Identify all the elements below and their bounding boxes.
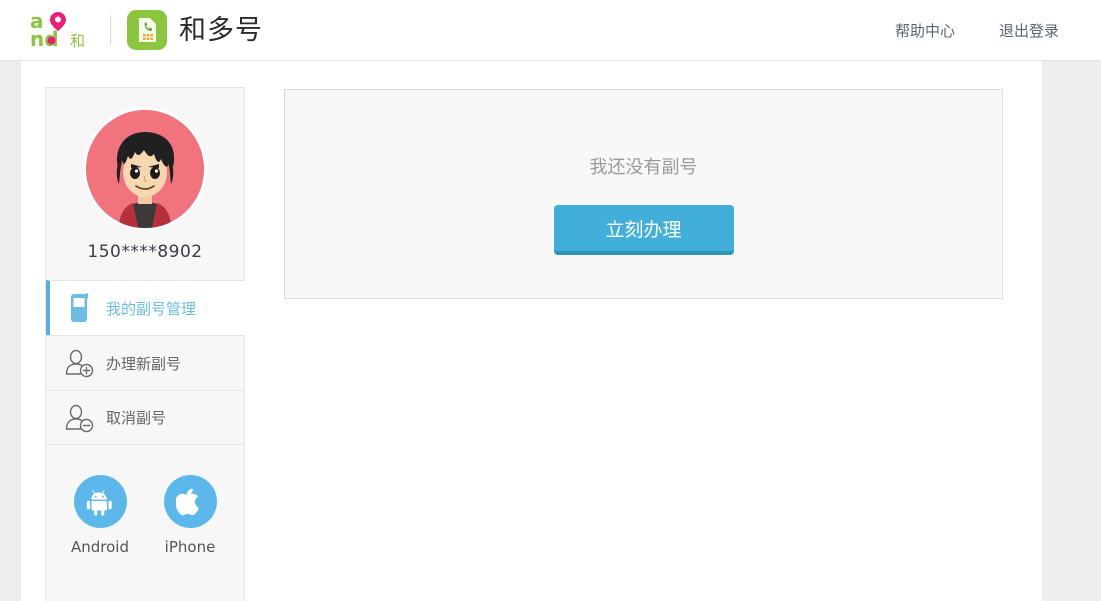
sidebar-menu: 我的副号管理 办理新副号 取消副号 <box>46 280 245 445</box>
phone-number: 150****8902 <box>87 242 203 262</box>
app-download-label: Android <box>71 538 129 556</box>
brand-group: a nd 和 和多号 <box>30 10 263 50</box>
main-empty-state-panel: 我还没有副号 立刻办理 <box>284 89 1003 299</box>
sim-card-icon <box>127 10 167 50</box>
app-download-android[interactable]: Android <box>70 475 130 556</box>
user-add-icon <box>64 347 94 379</box>
and-logo[interactable]: a nd 和 <box>30 10 96 50</box>
sidebar-item-label: 办理新副号 <box>106 354 182 373</box>
nav-help-center[interactable]: 帮助中心 <box>895 20 955 41</box>
content-container: 150****8902 我的副号管理 办理新副号 取消副号 Android iP… <box>21 61 1042 601</box>
apply-now-button[interactable]: 立刻办理 <box>553 205 734 255</box>
sidebar-item-label: 取消副号 <box>106 409 167 427</box>
page-body: 150****8902 我的副号管理 办理新副号 取消副号 Android iP… <box>0 61 1101 601</box>
app-download-iphone[interactable]: iPhone <box>160 475 220 556</box>
nav-logout[interactable]: 退出登录 <box>999 20 1059 41</box>
app-download-group: Android iPhone <box>46 475 244 556</box>
empty-state-message: 我还没有副号 <box>589 157 698 178</box>
app-download-label: iPhone <box>164 538 216 556</box>
android-icon[interactable] <box>73 475 127 528</box>
header-nav: 帮助中心 退出登录 <box>851 0 1059 61</box>
sidebar: 150****8902 我的副号管理 办理新副号 取消副号 Android iP… <box>45 87 245 601</box>
profile-block: 150****8902 <box>46 88 244 262</box>
sidebar-item-new-sub-number[interactable]: 办理新副号 <box>46 335 244 390</box>
mobile-phone-icon <box>64 292 94 324</box>
sidebar-item-cancel-sub-number[interactable]: 取消副号 <box>46 390 244 445</box>
sidebar-item-my-sub-numbers[interactable]: 我的副号管理 <box>46 280 245 335</box>
sidebar-item-label: 我的副号管理 <box>106 299 197 318</box>
site-header: a nd 和 和多号 帮助中心 退出登录 <box>0 0 1101 61</box>
page-title: 和多号 <box>179 14 263 46</box>
svg-text:和: 和 <box>70 32 85 50</box>
brand-divider <box>110 15 111 45</box>
user-remove-icon <box>64 402 94 434</box>
apple-icon[interactable] <box>163 475 217 528</box>
avatar <box>86 110 204 228</box>
